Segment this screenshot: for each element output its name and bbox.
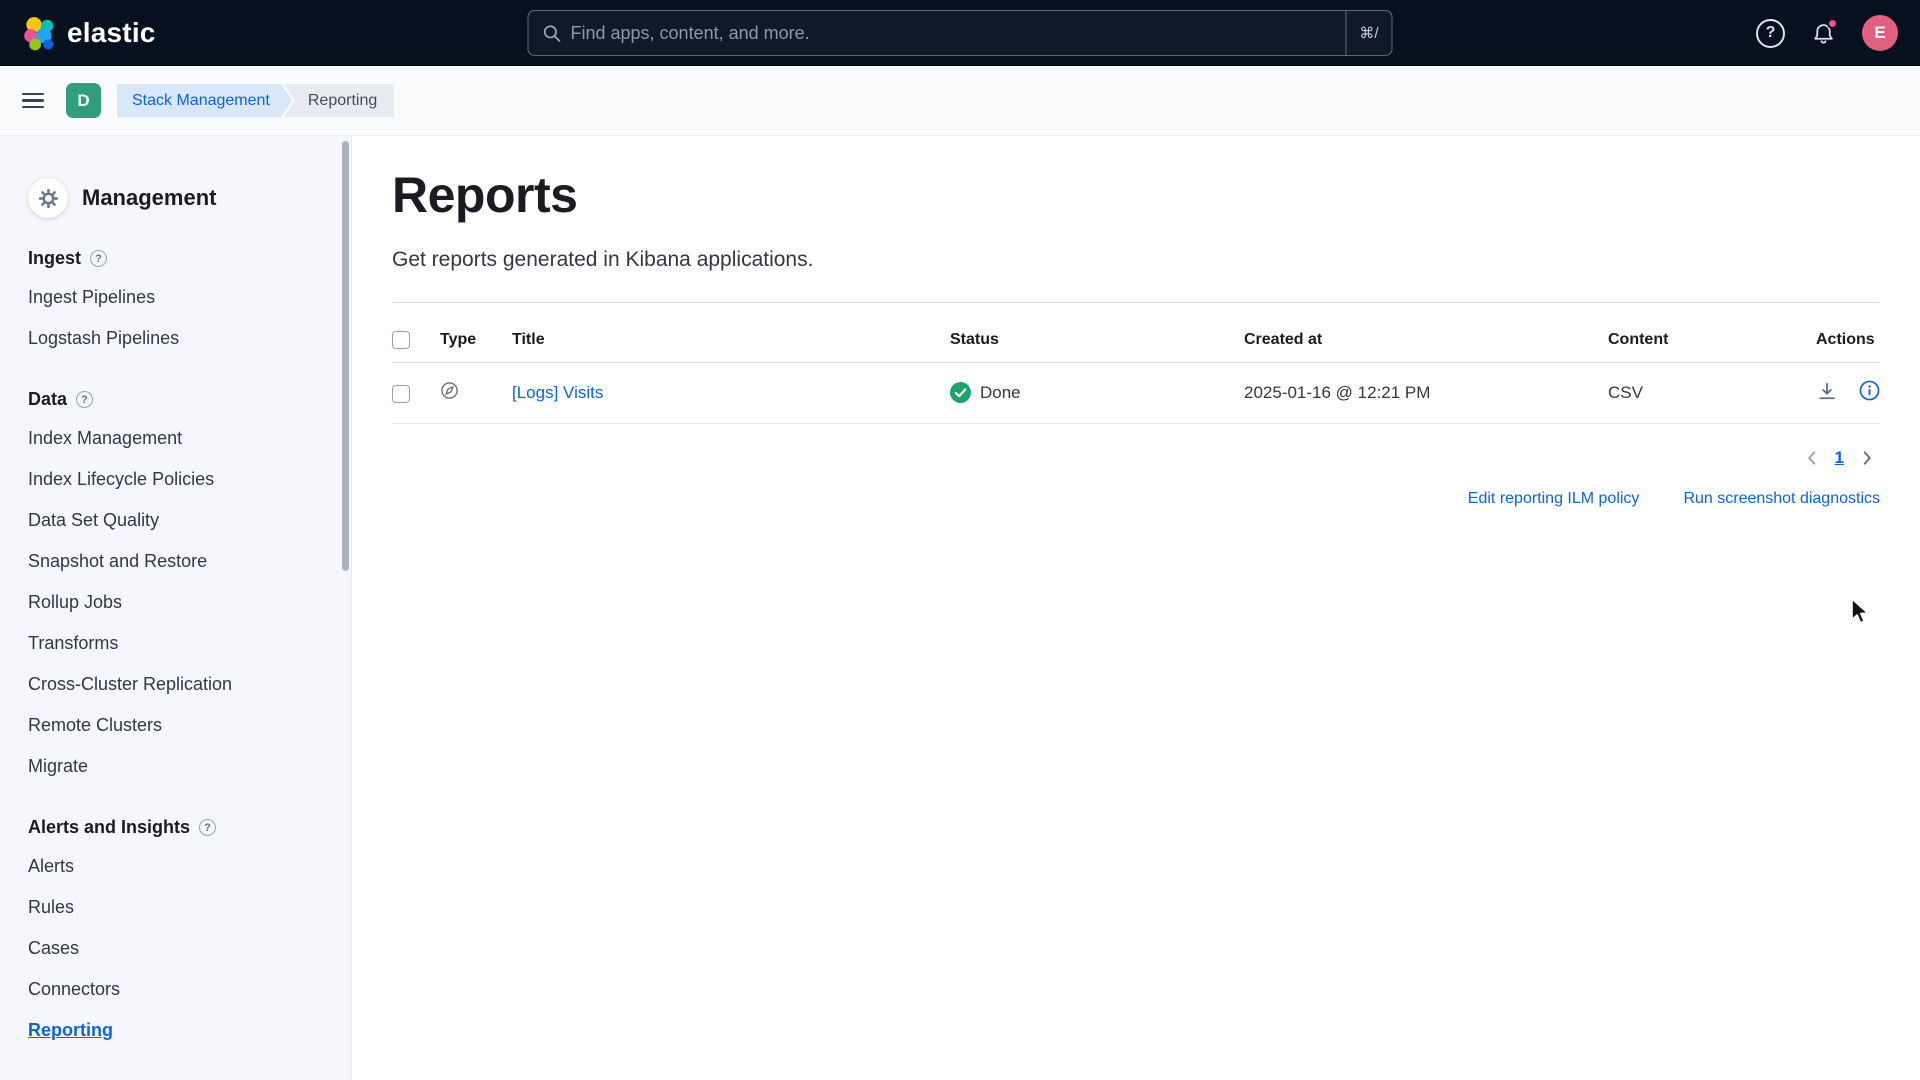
column-header-title: Title <box>512 317 950 363</box>
sidebar-item-cross-cluster-replication[interactable]: Cross-Cluster Replication <box>28 664 327 705</box>
breadcrumb-stack-management[interactable]: Stack Management <box>117 84 292 118</box>
column-header-status: Status <box>950 317 1244 363</box>
help-icon[interactable]: ? <box>1756 19 1785 48</box>
help-circle-icon[interactable]: ? <box>76 391 93 408</box>
breadcrumb: Stack Management Reporting <box>117 84 394 118</box>
sidebar-item-transforms[interactable]: Transforms <box>28 623 327 664</box>
sidebar-item-rules[interactable]: Rules <box>28 887 327 928</box>
page-subtitle: Get reports generated in Kibana applicat… <box>392 248 1880 272</box>
created-at-cell: 2025-01-16 @ 12:21 PM <box>1244 363 1608 424</box>
sidebar-item-snapshot-and-restore[interactable]: Snapshot and Restore <box>28 541 327 582</box>
kibana-page: elastic ⌘/ ? E D Stack Managemen <box>0 0 1920 1080</box>
breadcrumb-reporting: Reporting <box>284 84 394 118</box>
sidebar-item-ingest-pipelines[interactable]: Ingest Pipelines <box>28 277 327 318</box>
help-circle-icon[interactable]: ? <box>90 250 107 267</box>
sidebar-item-data-set-quality[interactable]: Data Set Quality <box>28 500 327 541</box>
row-checkbox[interactable] <box>392 385 410 403</box>
top-header: elastic ⌘/ ? E <box>0 0 1920 66</box>
elastic-logo-icon <box>22 16 57 51</box>
sidebar-item-rollup-jobs[interactable]: Rollup Jobs <box>28 582 327 623</box>
report-title-link[interactable]: [Logs] Visits <box>512 383 603 402</box>
pagination: 1 <box>392 448 1880 468</box>
search-input[interactable] <box>571 23 1346 44</box>
edit-ilm-policy-link[interactable]: Edit reporting ILM policy <box>1468 490 1640 508</box>
sidebar-item-remote-clusters[interactable]: Remote Clusters <box>28 705 327 746</box>
elastic-brand[interactable]: elastic <box>22 16 156 51</box>
sidebar-section-data: Data ? Index Management Index Lifecycle … <box>28 389 327 787</box>
reports-table: Type Title Status Created at Content Act… <box>392 317 1880 424</box>
run-screenshot-diagnostics-link[interactable]: Run screenshot diagnostics <box>1683 490 1880 508</box>
global-search[interactable]: ⌘/ <box>528 10 1393 56</box>
section-label-data: Data <box>28 389 67 410</box>
sidebar-item-migrate[interactable]: Migrate <box>28 746 327 787</box>
reports-main: Reports Get reports generated in Kibana … <box>352 136 1920 1080</box>
report-type-icon <box>440 381 459 400</box>
keyboard-shortcut-badge: ⌘/ <box>1345 11 1391 55</box>
divider <box>392 302 1880 303</box>
status-text: Done <box>980 383 1021 403</box>
section-label-ingest: Ingest <box>28 248 81 269</box>
notification-badge-dot <box>1827 18 1838 29</box>
sidebar-scrollbar-thumb[interactable] <box>342 141 349 571</box>
search-icon <box>543 24 561 42</box>
space-avatar[interactable]: D <box>66 83 101 118</box>
notifications-icon[interactable] <box>1811 21 1836 46</box>
sidebar-item-connectors[interactable]: Connectors <box>28 969 327 1010</box>
chevron-left-icon[interactable] <box>1803 449 1821 467</box>
select-all-checkbox[interactable] <box>392 331 410 349</box>
column-header-content: Content <box>1608 317 1816 363</box>
breadcrumb-bar: D Stack Management Reporting <box>0 66 1920 136</box>
menu-icon[interactable] <box>22 93 44 109</box>
sidebar-item-reporting[interactable]: Reporting <box>28 1010 327 1051</box>
management-sidebar: Management Ingest ? Ingest Pipelines Log… <box>0 136 352 1080</box>
user-avatar[interactable]: E <box>1862 15 1898 51</box>
brand-name: elastic <box>67 17 156 49</box>
help-circle-icon[interactable]: ? <box>199 819 216 836</box>
sidebar-item-alerts[interactable]: Alerts <box>28 846 327 887</box>
sidebar-item-index-lifecycle-policies[interactable]: Index Lifecycle Policies <box>28 459 327 500</box>
table-header-row: Type Title Status Created at Content Act… <box>392 317 1880 363</box>
chevron-right-icon[interactable] <box>1858 449 1876 467</box>
sidebar-item-index-management[interactable]: Index Management <box>28 418 327 459</box>
table-row: [Logs] Visits Done 2025-01-16 @ 12:21 PM… <box>392 363 1880 424</box>
page-number[interactable]: 1 <box>1835 448 1844 468</box>
reporting-footer-links: Edit reporting ILM policy Run screenshot… <box>392 490 1880 508</box>
section-label-alerts-insights: Alerts and Insights <box>28 817 190 838</box>
sidebar-item-logstash-pipelines[interactable]: Logstash Pipelines <box>28 318 327 359</box>
column-header-type: Type <box>440 317 512 363</box>
status-done-icon <box>950 382 971 403</box>
sidebar-item-cases[interactable]: Cases <box>28 928 327 969</box>
column-header-created-at: Created at <box>1244 317 1608 363</box>
content-cell: CSV <box>1608 363 1816 424</box>
page-title: Reports <box>392 166 1880 224</box>
download-icon[interactable] <box>1817 381 1837 401</box>
sidebar-title: Management <box>82 185 216 211</box>
sidebar-section-alerts-insights: Alerts and Insights ? Alerts Rules Cases… <box>28 817 327 1051</box>
column-header-actions: Actions <box>1816 317 1880 363</box>
info-icon[interactable] <box>1859 380 1880 401</box>
sidebar-section-ingest: Ingest ? Ingest Pipelines Logstash Pipel… <box>28 248 327 359</box>
gear-icon <box>28 178 68 218</box>
